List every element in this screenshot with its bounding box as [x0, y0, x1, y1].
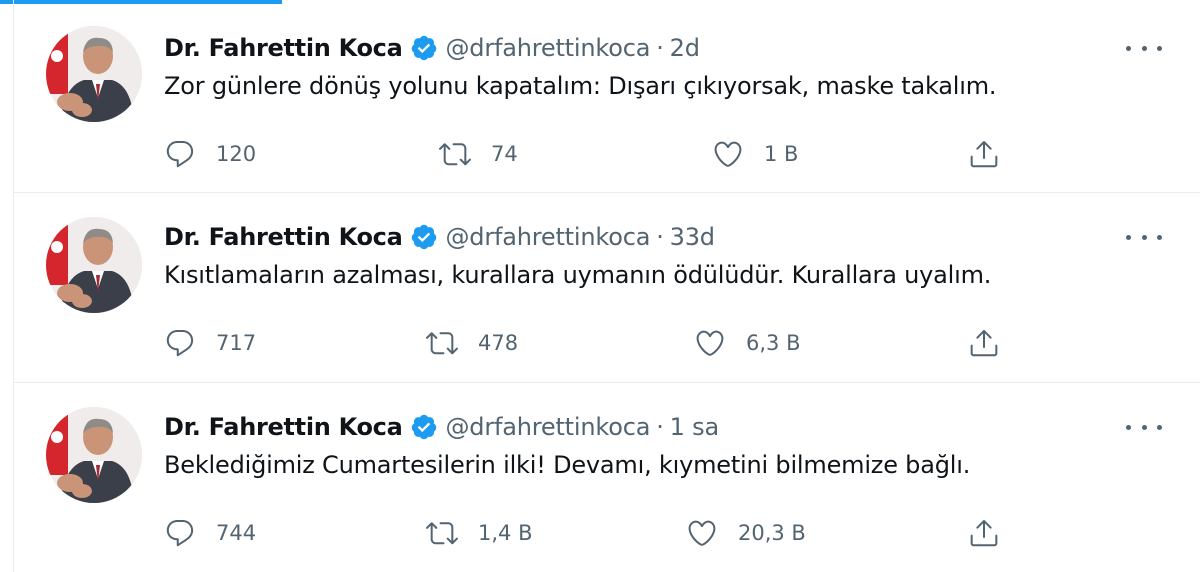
- author-name[interactable]: Dr. Fahrettin Koca: [164, 413, 403, 441]
- verified-badge-icon: [411, 224, 436, 250]
- verified-badge-icon: [411, 35, 436, 61]
- separator-dot: ·: [656, 223, 664, 251]
- like-count: 1 B: [764, 142, 799, 166]
- reply-count: 744: [216, 521, 257, 545]
- share-button[interactable]: [968, 323, 1000, 363]
- heart-icon: [714, 141, 742, 167]
- reply-count: 120: [216, 142, 257, 166]
- more-options-icon[interactable]: [1126, 227, 1162, 247]
- retweet-count: 478: [478, 331, 519, 355]
- author-name[interactable]: Dr. Fahrettin Koca: [164, 34, 403, 62]
- reply-button[interactable]: 717: [164, 323, 256, 363]
- tweet[interactable]: Dr. Fahrettin Koca @drfahrettinkoca · 1 sa…: [14, 383, 1200, 572]
- tweet-meta: @drfahrettinkoca · 33d: [446, 223, 716, 251]
- share-icon: [970, 330, 998, 357]
- tweet-text: Beklediğimiz Cumartesilerin ilki! Devamı…: [164, 451, 971, 479]
- reply-icon: [166, 329, 194, 357]
- separator-dot: ·: [656, 413, 664, 441]
- tweet-actions: 717 478 6,3 B: [164, 323, 1044, 363]
- avatar[interactable]: [46, 217, 142, 313]
- share-icon: [970, 141, 998, 168]
- tweet-header: Dr. Fahrettin Koca @drfahrettinkoca · 33d: [164, 219, 715, 255]
- tweet[interactable]: Dr. Fahrettin Koca @drfahrettinkoca · 2d Z…: [14, 0, 1200, 193]
- tweet-time[interactable]: 1 sa: [670, 413, 720, 441]
- tweet-time[interactable]: 2d: [670, 34, 700, 62]
- share-icon: [970, 520, 998, 547]
- tweet-meta: @drfahrettinkoca · 1 sa: [446, 413, 720, 441]
- like-count: 6,3 B: [746, 331, 801, 355]
- more-options-icon[interactable]: [1126, 38, 1162, 58]
- tweet-text: Zor günlere dönüş yolunu kapatalım: Dışa…: [164, 72, 997, 100]
- reply-button[interactable]: 120: [164, 134, 256, 174]
- more-options-icon[interactable]: [1126, 417, 1162, 437]
- like-count: 20,3 B: [738, 521, 806, 545]
- retweet-icon: [439, 143, 471, 166]
- reply-icon: [166, 140, 194, 168]
- tweet-actions: 120 74 1 B: [164, 134, 1044, 174]
- tweet-meta: @drfahrettinkoca · 2d: [446, 34, 700, 62]
- tweet-actions: 744 1,4 B 20,3 B: [164, 513, 1044, 553]
- reply-icon: [166, 519, 194, 547]
- retweet-icon: [426, 522, 458, 545]
- retweet-button[interactable]: 74: [439, 134, 518, 174]
- avatar[interactable]: [46, 407, 142, 503]
- separator-dot: ·: [656, 34, 664, 62]
- retweet-button[interactable]: 478: [426, 323, 518, 363]
- retweet-count: 1,4 B: [478, 521, 533, 545]
- heart-icon: [696, 330, 724, 356]
- retweet-icon: [426, 332, 458, 355]
- author-handle[interactable]: @drfahrettinkoca: [446, 413, 651, 441]
- tweet-header: Dr. Fahrettin Koca @drfahrettinkoca · 2d: [164, 30, 700, 66]
- tweet-header: Dr. Fahrettin Koca @drfahrettinkoca · 1 sa: [164, 409, 719, 445]
- verified-badge-icon: [411, 414, 436, 440]
- author-handle[interactable]: @drfahrettinkoca: [446, 34, 651, 62]
- share-button[interactable]: [968, 134, 1000, 174]
- author-name[interactable]: Dr. Fahrettin Koca: [164, 223, 403, 251]
- reply-count: 717: [216, 331, 257, 355]
- like-button[interactable]: 20,3 B: [686, 513, 806, 553]
- retweet-button[interactable]: 1,4 B: [426, 513, 532, 553]
- avatar[interactable]: [46, 26, 142, 122]
- tweet-text: Kısıtlamaların azalması, kurallara uyman…: [164, 261, 992, 289]
- tweet-time[interactable]: 33d: [670, 223, 715, 251]
- author-handle[interactable]: @drfahrettinkoca: [446, 223, 651, 251]
- like-button[interactable]: 6,3 B: [694, 323, 800, 363]
- like-button[interactable]: 1 B: [712, 134, 798, 174]
- retweet-count: 74: [491, 142, 518, 166]
- heart-icon: [688, 520, 716, 546]
- reply-button[interactable]: 744: [164, 513, 256, 553]
- share-button[interactable]: [968, 513, 1000, 553]
- tweet[interactable]: Dr. Fahrettin Koca @drfahrettinkoca · 33d …: [14, 193, 1200, 383]
